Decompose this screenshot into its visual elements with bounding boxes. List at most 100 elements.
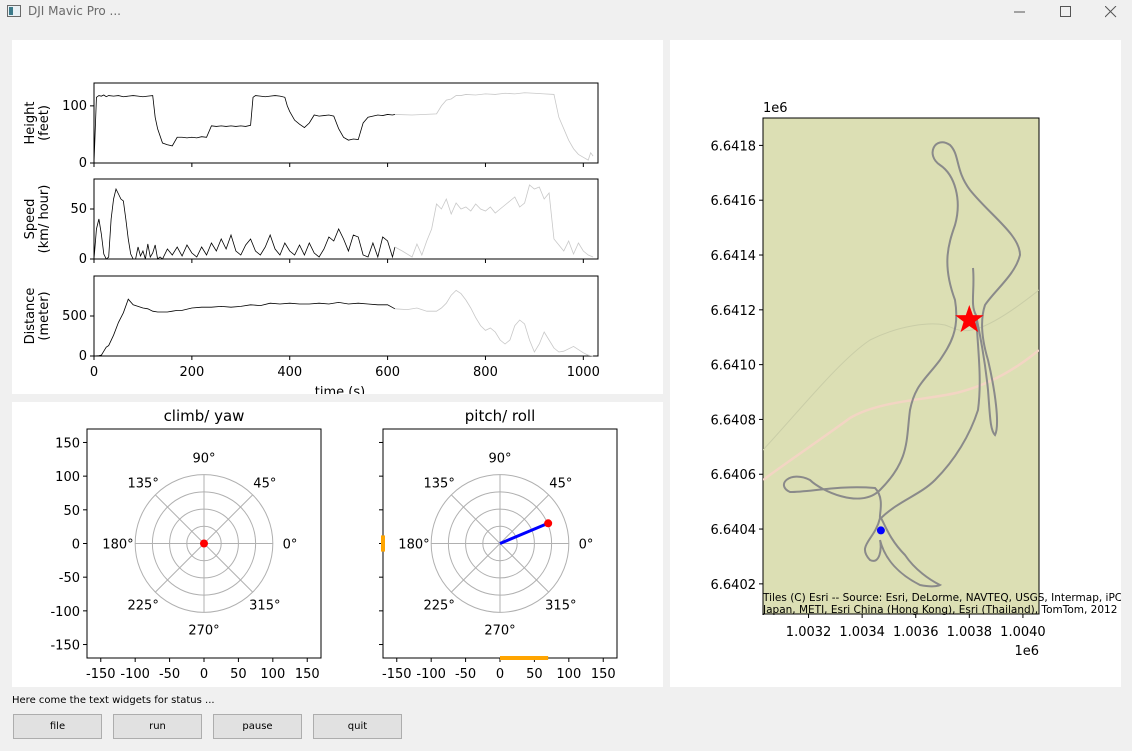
x-tick-label: 400 [277, 365, 302, 380]
x-tick-label: 0 [200, 667, 208, 682]
x-tick-label: 0 [496, 667, 504, 682]
y-axis-label: Distance [23, 288, 38, 345]
x-tick-label: 50 [230, 667, 247, 682]
y-tick-label: 50 [70, 202, 87, 217]
y-tick-label: 6.6412 [711, 304, 757, 319]
x-tick-label: -50 [159, 667, 180, 682]
y-tick-label: 6.6416 [711, 194, 757, 209]
x-tick-label: -150 [382, 667, 412, 682]
x-tick-label: -100 [416, 667, 446, 682]
y-tick-label: -150 [50, 639, 80, 654]
y-axis-label: (meter) [37, 291, 52, 340]
y-tick-label: 6.6410 [711, 359, 757, 374]
y-offset-label: 1e6 [763, 101, 788, 116]
x-offset-label: 1e6 [1014, 644, 1039, 659]
pitch-roll-point [544, 519, 553, 528]
x-tick-label: 1.0040 [1000, 625, 1046, 640]
y-axis-label: Speed [23, 199, 38, 240]
y-tick-label: 6.6418 [711, 139, 757, 154]
angle-label: 270° [188, 624, 219, 639]
y-tick-label: -50 [59, 571, 80, 586]
x-tick-label: -150 [86, 667, 116, 682]
y-tick-label: 6.6414 [711, 249, 757, 264]
y-tick-label: 100 [62, 99, 87, 114]
y-axis-label: (km/ hour) [37, 185, 52, 254]
x-axis-label: time (s) [315, 385, 365, 394]
x-tick-label: 1.0036 [893, 625, 939, 640]
status-text: Here come the text widgets for status ..… [12, 695, 215, 706]
x-tick-label: 50 [526, 667, 543, 682]
roll-bar [381, 535, 385, 552]
angle-label: 135° [424, 477, 455, 492]
y-tick-label: 6.6408 [711, 413, 757, 428]
x-tick-label: 100 [556, 667, 581, 682]
timeseries-panel: 0 100 Height (feet) 0 50 Speed (km/ hour) 0 500 Di… [12, 40, 663, 400]
minimize-icon [1014, 11, 1025, 13]
angle-label: 180° [102, 538, 133, 553]
x-tick-label: 600 [375, 365, 400, 380]
x-tick-label: 1.0038 [947, 625, 993, 640]
x-tick-label: -100 [120, 667, 150, 682]
y-tick-label: 0 [79, 349, 87, 364]
map-figure: 1.0032 1.0034 1.0036 1.0038 1.0040 6.6418 6.64… [711, 101, 1132, 659]
x-tick-label: -50 [455, 667, 476, 682]
y-tick-label: -100 [50, 605, 80, 620]
current-position-marker [876, 526, 885, 535]
file-button[interactable]: file [13, 714, 102, 739]
map-tile-background [762, 117, 1040, 615]
y-axis-label: Height [23, 102, 38, 145]
y-tick-label: 6.6404 [711, 523, 757, 538]
window-title: DJI Mavic Pro ... [28, 4, 121, 18]
angle-label: 90° [488, 451, 511, 466]
y-tick-label: 0 [72, 538, 80, 553]
angle-label: 225° [128, 598, 159, 613]
app-icon [7, 5, 21, 17]
x-tick-label: 0 [90, 365, 98, 380]
angle-label: 0° [579, 538, 594, 553]
map-attribution: Tiles (C) Esri -- Source: Esri, DeLorme,… [762, 592, 1121, 616]
x-tick-label: 100 [260, 667, 285, 682]
title-bar: DJI Mavic Pro ... [0, 0, 1132, 24]
angle-label: 0° [283, 538, 298, 553]
quit-button[interactable]: quit [313, 714, 402, 739]
y-tick-label: 0 [79, 252, 87, 267]
x-tick-label: 1000 [567, 365, 600, 380]
x-tick-label: 150 [591, 667, 616, 682]
close-icon [1104, 5, 1117, 18]
minimize-button[interactable] [997, 0, 1043, 24]
map-panel: 1.0032 1.0034 1.0036 1.0038 1.0040 6.6418 6.64… [670, 40, 1132, 687]
attitude-figure: climb/ yaw 0° 45° 90° 135° 180° 225° 270° 315° -1… [50, 407, 618, 682]
angle-label: 315° [545, 598, 576, 613]
timeseries-figure: 0 100 Height (feet) 0 50 Speed (km/ hour) 0 500 Di… [23, 82, 600, 400]
plot-area [93, 275, 599, 357]
angle-label: 180° [398, 538, 429, 553]
y-tick-label: 6.6402 [711, 578, 757, 593]
plot-title: climb/ yaw [164, 407, 245, 425]
y-tick-label: 0 [79, 156, 87, 171]
x-tick-label: 200 [179, 365, 204, 380]
y-tick-label: 150 [55, 436, 80, 451]
run-button[interactable]: run [113, 714, 202, 739]
plot-area [93, 82, 599, 164]
x-tick-label: 1.0032 [786, 625, 832, 640]
pause-button[interactable]: pause [213, 714, 302, 739]
maximize-icon [1060, 6, 1071, 17]
y-tick-label: 500 [62, 309, 87, 324]
close-button[interactable] [1088, 0, 1132, 24]
x-tick-label: 150 [295, 667, 320, 682]
plot-title: pitch/ roll [465, 407, 536, 425]
angle-label: 135° [128, 477, 159, 492]
y-tick-label: 6.6406 [711, 468, 757, 483]
maximize-button[interactable] [1043, 0, 1089, 24]
angle-label: 270° [484, 624, 515, 639]
pitch-bar [500, 656, 549, 660]
angle-label: 45° [549, 477, 572, 492]
y-tick-label: 100 [55, 470, 80, 485]
plot-area [93, 178, 599, 260]
climb-yaw-point [200, 539, 208, 548]
angle-label: 45° [253, 477, 276, 492]
angle-label: 315° [249, 598, 280, 613]
x-tick-label: 800 [473, 365, 498, 380]
y-tick-label: 50 [63, 504, 80, 519]
attitude-panel: climb/ yaw 0° 45° 90° 135° 180° 225° 270° 315° -1… [12, 402, 663, 687]
